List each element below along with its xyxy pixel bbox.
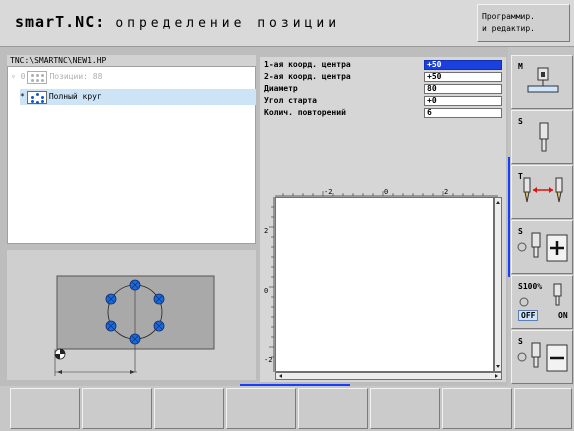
s-label: S [518, 117, 523, 126]
plus-icon [517, 232, 568, 262]
softkey-4[interactable] [226, 388, 296, 429]
spindle-plus-button[interactable]: S [511, 220, 573, 274]
vertical-softkey-bar: M S T S S100% OFF ON S [508, 47, 574, 391]
field-row-repetitions: Колич. повторений 6 [264, 108, 504, 118]
field-row-diameter: Диаметр 80 [264, 84, 504, 94]
plan-view: -2 0 2 2 0 -2 [260, 182, 506, 382]
field-label: 2-ая коорд. центра [264, 72, 351, 81]
spindle-minus-button[interactable]: S [511, 330, 573, 384]
repetitions-input[interactable]: 6 [424, 108, 502, 118]
vertical-scrollbar-arrows [496, 201, 500, 368]
mode-indicator: Программир. и редактир. [477, 4, 570, 42]
vruler-label-pos: 2 [264, 227, 268, 235]
path-bar: TNC:\SMARTNC\NEW1.HP [7, 55, 256, 66]
center-x-input[interactable]: +50 [424, 60, 502, 70]
hruler-label-neg: -2 [324, 188, 332, 196]
hruler-label-zero: 0 [384, 188, 388, 196]
spindle-icon [539, 122, 549, 152]
spindle-button[interactable]: S [511, 110, 573, 164]
field-label: Угол старта [264, 96, 317, 105]
pattern-preview-graphic [54, 275, 215, 376]
mode-line-2: и редактир. [482, 24, 535, 33]
softkey-1[interactable] [10, 388, 80, 429]
m-label: M [518, 62, 523, 71]
brand-name: smarT.NC: [15, 13, 106, 31]
spindle-override-toggle[interactable]: S100% OFF ON [511, 275, 573, 329]
program-tree[interactable]: ▿ 0 Позиции: 88 * Полный круг [7, 66, 256, 244]
parameter-form: 1-ая коорд. центра +50 2-ая коорд. центр… [260, 57, 506, 182]
tree-item-prefix: ▿ 0 [11, 72, 26, 81]
softkey-6[interactable] [370, 388, 440, 429]
field-label: 1-ая коорд. центра [264, 60, 351, 69]
title-text: определение позиции [115, 16, 341, 31]
softkey-3[interactable] [154, 388, 224, 429]
softkey-7[interactable] [442, 388, 512, 429]
horizontal-scrollbar-arrows [279, 374, 498, 378]
tree-item-label: Позиции: 88 [49, 72, 103, 81]
horizontal-scrollbar[interactable] [275, 372, 502, 380]
hruler-label-pos: 2 [444, 188, 448, 196]
vruler-label-neg: -2 [264, 356, 272, 364]
point-pattern-icon [27, 70, 48, 84]
machine-icon [527, 67, 559, 93]
field-row-start-angle: Угол старта +0 [264, 96, 504, 106]
field-label: Диаметр [264, 84, 298, 93]
vruler-label-zero: 0 [264, 287, 268, 295]
softkey-2[interactable] [82, 388, 152, 429]
machine-function-button[interactable]: M [511, 55, 573, 109]
field-row-center-y: 2-ая коорд. центра +50 [264, 72, 504, 82]
diameter-input[interactable]: 80 [424, 84, 502, 94]
softkey-5[interactable] [298, 388, 368, 429]
horizontal-ruler: -2 0 2 [275, 188, 498, 197]
softkey-8[interactable] [514, 388, 572, 429]
circle-pattern-icon [26, 90, 47, 104]
pattern-preview [7, 250, 256, 380]
tree-item-full-circle[interactable]: * Полный круг [20, 89, 256, 105]
start-angle-input[interactable]: +0 [424, 96, 502, 106]
horizontal-softkey-bar [0, 386, 574, 431]
active-softkey-indicator [508, 157, 510, 277]
header-bar: smarT.NC: определение позиции Программир… [0, 0, 574, 47]
tree-item-positions[interactable]: ▿ 0 Позиции: 88 [11, 69, 102, 85]
minus-icon [517, 342, 568, 372]
mode-line-1: Программир. [482, 12, 535, 21]
tree-item-label: Полный круг [48, 92, 102, 101]
plan-canvas[interactable] [275, 197, 494, 372]
field-row-center-x: 1-ая коорд. центра +50 [264, 60, 504, 70]
tool-length-icon [523, 177, 563, 203]
field-label: Колич. повторений [264, 108, 346, 117]
vertical-ruler: 2 0 -2 [264, 197, 275, 372]
vertical-scrollbar[interactable] [494, 197, 502, 372]
tree-item-prefix: * [20, 92, 25, 101]
tool-length-button[interactable]: T [511, 165, 573, 219]
page-title: smarT.NC: определение позиции [15, 13, 340, 31]
off-option[interactable]: OFF [518, 310, 539, 321]
center-y-input[interactable]: +50 [424, 72, 502, 82]
on-option[interactable]: ON [558, 311, 568, 320]
